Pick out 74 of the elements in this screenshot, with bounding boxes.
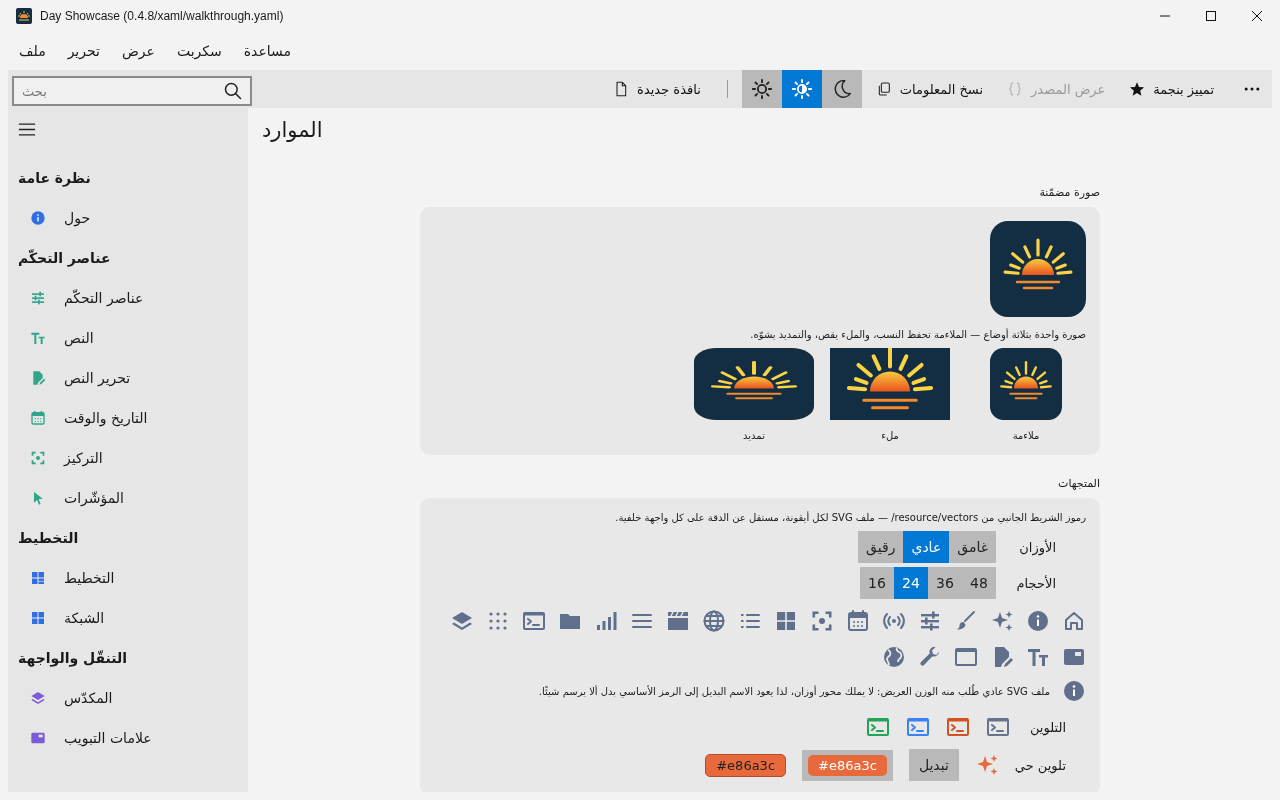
menu-item[interactable]: سكربت: [165, 39, 233, 63]
sidebar-item[interactable]: تحرير النص: [18, 358, 238, 398]
menu-item[interactable]: ملف: [8, 39, 57, 63]
window-title: Day Showcase (0.4.8/xaml/walkthrough.yaml): [40, 9, 284, 23]
search-icon[interactable]: [223, 81, 243, 101]
sidebar-item[interactable]: المؤشّرات: [18, 478, 238, 518]
description: رموز الشريط الجانبي من resource/vectors/ — ملف SVG لكل أيقونة، مستقل عن الدقة على كل واجهة خلفية.: [615, 512, 1086, 523]
sidebar-item[interactable]: حول: [18, 198, 238, 238]
sun-button[interactable]: [741, 70, 782, 108]
sliders-icon: [918, 609, 942, 633]
focus-icon: [810, 609, 834, 633]
weight-option[interactable]: غامق: [949, 531, 996, 563]
image-mode-label: تمديد: [743, 430, 765, 441]
caption: صورة واحدة بثلاثة أوضاع — الملاءمة تحفظ النسب، والملء يقص، والتمديد يشوّه.: [750, 329, 1086, 340]
sidebar-item[interactable]: النص: [18, 318, 238, 358]
sidebar-item[interactable]: علامات التبويب: [18, 718, 238, 758]
calendar-icon: [846, 609, 870, 633]
bar-chart-icon: [594, 609, 618, 633]
image-mode-label: ملء: [881, 430, 899, 441]
weights-label: الأوزان: [1018, 539, 1056, 555]
section-heading: صورة مضمّنة: [1039, 186, 1100, 199]
home-icon: [1062, 609, 1086, 633]
sizes-label: الأحجام: [1016, 575, 1056, 591]
page-title: الموارد: [262, 118, 323, 142]
sidebar-item[interactable]: عناصر التحكّم: [18, 278, 238, 318]
star-icon: [1129, 81, 1146, 97]
window-icon: [954, 645, 978, 669]
sunset-image: [990, 348, 1062, 420]
menu-icon[interactable]: [18, 123, 36, 136]
sidebar-item[interactable]: التركيز: [18, 438, 238, 478]
sidebar-item[interactable]: التاريخ والوقت: [18, 398, 238, 438]
copy-info-button[interactable]: نسخ المعلومات: [863, 70, 996, 108]
contrast-button[interactable]: [781, 70, 822, 108]
size-option[interactable]: 48: [962, 567, 996, 599]
globe-icon: [882, 645, 906, 669]
clapper-icon: [666, 609, 690, 633]
wrench-icon: [918, 645, 942, 669]
star-button[interactable]: تمييز بنجمة: [1117, 70, 1226, 108]
app-logo-icon: [16, 8, 32, 24]
size-option[interactable]: 36: [928, 567, 962, 599]
sidebar-heading: نظرة عامة: [18, 169, 91, 189]
new-window-button[interactable]: نافذة جديدة: [601, 70, 713, 108]
toggle-button[interactable]: تبديل: [908, 749, 959, 781]
info-icon: [1062, 679, 1086, 703]
braces-icon: [1007, 81, 1024, 97]
section-heading: المتجهات: [1058, 477, 1100, 490]
tint-label: التلوين: [1028, 719, 1066, 735]
menu-item[interactable]: تحرير: [56, 39, 111, 63]
color-chip: #e86a3c: [808, 754, 887, 776]
moon-button[interactable]: [821, 70, 862, 108]
contrast-icon: [790, 78, 813, 100]
layers-icon: [450, 609, 474, 633]
grid-icon: [774, 609, 798, 633]
size-option[interactable]: 24: [894, 567, 928, 599]
sidebar-item[interactable]: المكدّس: [18, 678, 238, 718]
sidebar-heading: التخطيط: [18, 529, 79, 548]
weight-option[interactable]: عادي: [903, 531, 950, 563]
live-tint-label: تلوين حي: [1014, 757, 1066, 773]
terminal-icon: [522, 609, 546, 633]
sidebar-heading: عناصر التحكّم: [18, 248, 111, 269]
sidebar-item[interactable]: التخطيط: [18, 558, 238, 598]
sidebar-item[interactable]: الشبكة: [18, 598, 238, 638]
color-chip: #e86a3c: [705, 753, 787, 777]
note-text: ملف SVG عادي طُلب منه الوزن العريض: لا يملك محور أوزان، لذا يعود الاسم البديل إلى الرمز الأساسي بدل ألا يرسم شيئًا.: [538, 685, 1050, 697]
info-icon: [1026, 609, 1050, 633]
size-option[interactable]: 16: [860, 567, 894, 599]
weight-option[interactable]: رقيق: [858, 531, 904, 563]
image-mode-label: ملاءمة: [1012, 430, 1040, 441]
sidebar-heading: التنقّل والواجهة: [18, 649, 128, 669]
menu-item[interactable]: مساعدة: [232, 39, 303, 63]
search-field[interactable]: بحث: [12, 76, 252, 106]
globe-icon: [702, 609, 726, 633]
menu-item[interactable]: عرض: [110, 39, 166, 63]
sun-icon: [750, 78, 773, 100]
